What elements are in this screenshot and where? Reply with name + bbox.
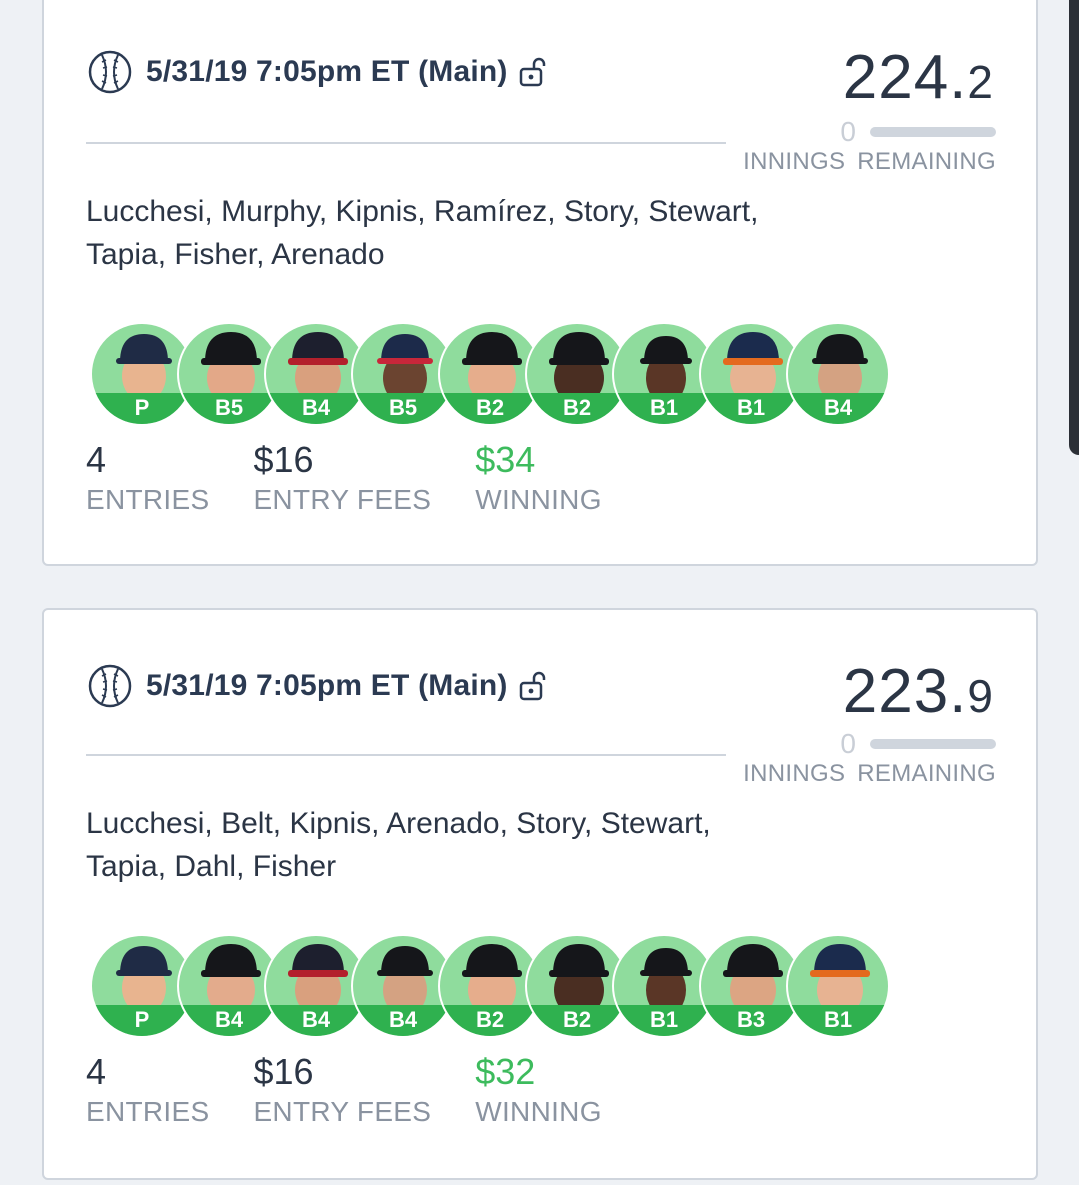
unlocked-lock-icon bbox=[519, 671, 545, 701]
baseball-icon bbox=[88, 664, 132, 708]
innings-remaining-count: 0 bbox=[840, 728, 856, 759]
innings-progress-bar bbox=[870, 739, 996, 749]
innings-progress-bar bbox=[870, 127, 996, 137]
contest-title: 5/31/19 7:05pm ET (Main) bbox=[146, 55, 508, 88]
contest-title: 5/31/19 7:05pm ET (Main) bbox=[146, 669, 508, 702]
lineup-card-1[interactable]: 5/31/19 7:05pm ET (Main) 224.2 0 INNINGS… bbox=[42, 0, 1038, 566]
baseball-icon bbox=[88, 50, 132, 94]
innings-progress: 0 bbox=[840, 116, 996, 148]
player-list: Lucchesi, Murphy, Kipnis, Ramírez, Story… bbox=[86, 195, 759, 271]
player-list: Lucchesi, Belt, Kipnis, Arenado, Story, … bbox=[86, 807, 711, 883]
entries-stat: 4 ENTRIES bbox=[86, 439, 210, 516]
player-avatar: B4 bbox=[786, 322, 890, 426]
player-avatars: P B4 B4 B4 B2 B2 B1 B3 B1 bbox=[90, 934, 890, 1038]
winning-stat: $32 WINNING bbox=[475, 1051, 602, 1128]
winning-stat: $34 WINNING bbox=[475, 439, 602, 516]
player-avatars: P B5 B4 B5 B2 B2 B1 B1 B4 bbox=[90, 322, 890, 426]
fantasy-score: 224.2 bbox=[842, 43, 994, 112]
card-header: 5/31/19 7:05pm ET (Main) bbox=[88, 50, 546, 94]
card-stats: 4 ENTRIES $16 ENTRY FEES $32 WINNING bbox=[86, 1052, 646, 1128]
lineup-card-2[interactable]: 5/31/19 7:05pm ET (Main) 223.9 0 INNINGS… bbox=[42, 608, 1038, 1180]
entry-fees-stat: $16 ENTRY FEES bbox=[253, 439, 432, 516]
card-header: 5/31/19 7:05pm ET (Main) bbox=[88, 664, 546, 708]
scrollbar[interactable] bbox=[1069, 0, 1079, 455]
innings-remaining-label: INNINGS REMAINING bbox=[743, 148, 996, 175]
unlocked-lock-icon bbox=[519, 57, 545, 87]
fantasy-score: 223.9 bbox=[842, 657, 994, 726]
innings-remaining-count: 0 bbox=[840, 116, 856, 147]
entries-stat: 4 ENTRIES bbox=[86, 1051, 210, 1128]
innings-remaining-label: INNINGS REMAINING bbox=[743, 760, 996, 787]
player-avatar: B1 bbox=[786, 934, 890, 1038]
entry-fees-stat: $16 ENTRY FEES bbox=[253, 1051, 432, 1128]
innings-progress: 0 bbox=[840, 728, 996, 760]
card-stats: 4 ENTRIES $16 ENTRY FEES $34 WINNING bbox=[86, 440, 646, 516]
header-divider bbox=[86, 754, 726, 756]
header-divider bbox=[86, 142, 726, 144]
